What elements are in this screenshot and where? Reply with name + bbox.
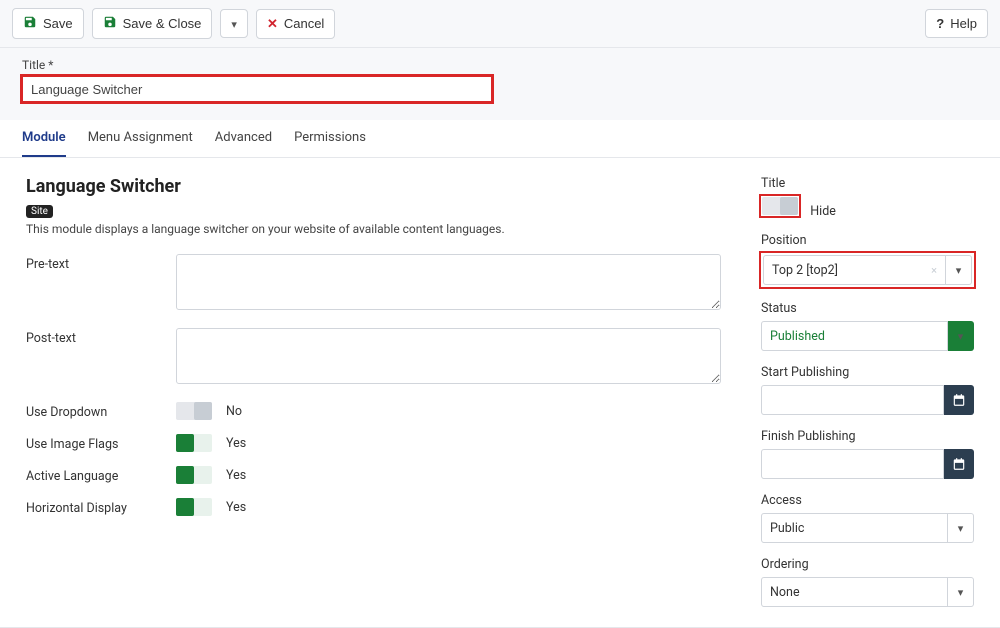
cancel-icon: ✕ xyxy=(267,16,278,32)
finish-pub-calendar-button[interactable] xyxy=(944,449,974,479)
help-icon: ? xyxy=(936,16,944,31)
ordering-select[interactable]: None xyxy=(761,577,974,607)
side-start-pub-label: Start Publishing xyxy=(761,365,974,380)
start-pub-input[interactable] xyxy=(761,385,944,415)
access-select[interactable]: Public xyxy=(761,513,974,543)
active-language-label: Active Language xyxy=(26,466,176,484)
calendar-icon xyxy=(952,393,966,407)
save-button[interactable]: Save xyxy=(12,8,84,39)
side-status-label: Status xyxy=(761,301,974,316)
side-access-field: Access Public xyxy=(761,493,974,543)
use-dropdown-value: No xyxy=(226,404,242,419)
title-field-label: Title * xyxy=(22,58,978,72)
horizontal-display-label: Horizontal Display xyxy=(26,498,176,516)
tab-menu-assignment[interactable]: Menu Assignment xyxy=(88,120,193,157)
content: Language Switcher Site This module displ… xyxy=(0,158,1000,628)
use-image-flags-toggle[interactable] xyxy=(176,434,212,452)
row-active-language: Active Language Yes xyxy=(26,466,721,484)
chevron-down-icon xyxy=(231,16,237,31)
save-icon xyxy=(103,15,117,32)
ordering-value: None xyxy=(770,585,800,600)
side-finish-pub-field: Finish Publishing xyxy=(761,429,974,479)
module-description: This module displays a language switcher… xyxy=(26,222,721,236)
post-text-input[interactable] xyxy=(176,328,721,384)
module-heading: Language Switcher xyxy=(26,176,721,197)
access-chevron-icon[interactable] xyxy=(948,513,974,543)
use-dropdown-toggle[interactable] xyxy=(176,402,212,420)
row-pre-text: Pre-text xyxy=(26,254,721,314)
status-select[interactable]: Published xyxy=(761,321,974,351)
cancel-label: Cancel xyxy=(284,16,324,31)
post-text-label: Post-text xyxy=(26,328,176,346)
toolbar: Save Save & Close ✕ Cancel ? Help xyxy=(0,0,1000,48)
main-column: Language Switcher Site This module displ… xyxy=(26,176,721,530)
help-button[interactable]: ? Help xyxy=(925,9,988,38)
pre-text-input[interactable] xyxy=(176,254,721,310)
tab-permissions[interactable]: Permissions xyxy=(294,120,366,157)
chevron-down-icon xyxy=(958,585,964,600)
save-close-button[interactable]: Save & Close xyxy=(92,8,213,39)
active-language-value: Yes xyxy=(226,468,246,483)
status-chevron-icon[interactable] xyxy=(948,321,974,351)
show-title-value: Hide xyxy=(810,204,836,219)
status-value: Published xyxy=(770,329,825,344)
cancel-button[interactable]: ✕ Cancel xyxy=(256,9,335,39)
side-start-pub-field: Start Publishing xyxy=(761,365,974,415)
access-value: Public xyxy=(770,521,804,536)
side-ordering-label: Ordering xyxy=(761,557,974,572)
side-column: Title Hide Position Top 2 [top2] × Statu… xyxy=(761,176,974,607)
use-image-flags-label: Use Image Flags xyxy=(26,434,176,452)
chevron-down-icon xyxy=(956,263,962,278)
side-position-label: Position xyxy=(761,233,974,248)
ordering-chevron-icon[interactable] xyxy=(948,577,974,607)
tabs: Module Menu Assignment Advanced Permissi… xyxy=(0,120,1000,158)
side-position-field: Position Top 2 [top2] × xyxy=(761,233,974,287)
position-select[interactable]: Top 2 [top2] × xyxy=(763,255,972,285)
save-dropdown-button[interactable] xyxy=(220,9,248,38)
side-title-field: Title Hide xyxy=(761,176,974,219)
finish-pub-input[interactable] xyxy=(761,449,944,479)
horizontal-display-toggle[interactable] xyxy=(176,498,212,516)
side-status-field: Status Published xyxy=(761,301,974,351)
position-value: Top 2 [top2] xyxy=(772,263,838,278)
title-input[interactable] xyxy=(22,76,492,102)
show-title-toggle[interactable] xyxy=(762,197,798,215)
title-section: Title * xyxy=(0,48,1000,120)
site-badge: Site xyxy=(26,205,53,218)
position-clear-icon[interactable]: × xyxy=(931,264,937,277)
save-close-label: Save & Close xyxy=(123,16,202,31)
side-finish-pub-label: Finish Publishing xyxy=(761,429,974,444)
use-image-flags-value: Yes xyxy=(226,436,246,451)
use-dropdown-label: Use Dropdown xyxy=(26,402,176,420)
save-icon xyxy=(23,15,37,32)
side-ordering-field: Ordering None xyxy=(761,557,974,607)
side-title-label: Title xyxy=(761,176,974,191)
active-language-toggle[interactable] xyxy=(176,466,212,484)
row-use-dropdown: Use Dropdown No xyxy=(26,402,721,420)
tab-module[interactable]: Module xyxy=(22,120,66,157)
row-post-text: Post-text xyxy=(26,328,721,388)
save-label: Save xyxy=(43,16,73,31)
row-horizontal-display: Horizontal Display Yes xyxy=(26,498,721,516)
row-use-image-flags: Use Image Flags Yes xyxy=(26,434,721,452)
pre-text-label: Pre-text xyxy=(26,254,176,272)
tab-advanced[interactable]: Advanced xyxy=(215,120,272,157)
help-label: Help xyxy=(950,16,977,31)
side-access-label: Access xyxy=(761,493,974,508)
chevron-down-icon xyxy=(958,329,964,344)
chevron-down-icon xyxy=(958,521,964,536)
calendar-icon xyxy=(952,457,966,471)
horizontal-display-value: Yes xyxy=(226,500,246,515)
position-chevron-icon[interactable] xyxy=(946,255,972,285)
start-pub-calendar-button[interactable] xyxy=(944,385,974,415)
